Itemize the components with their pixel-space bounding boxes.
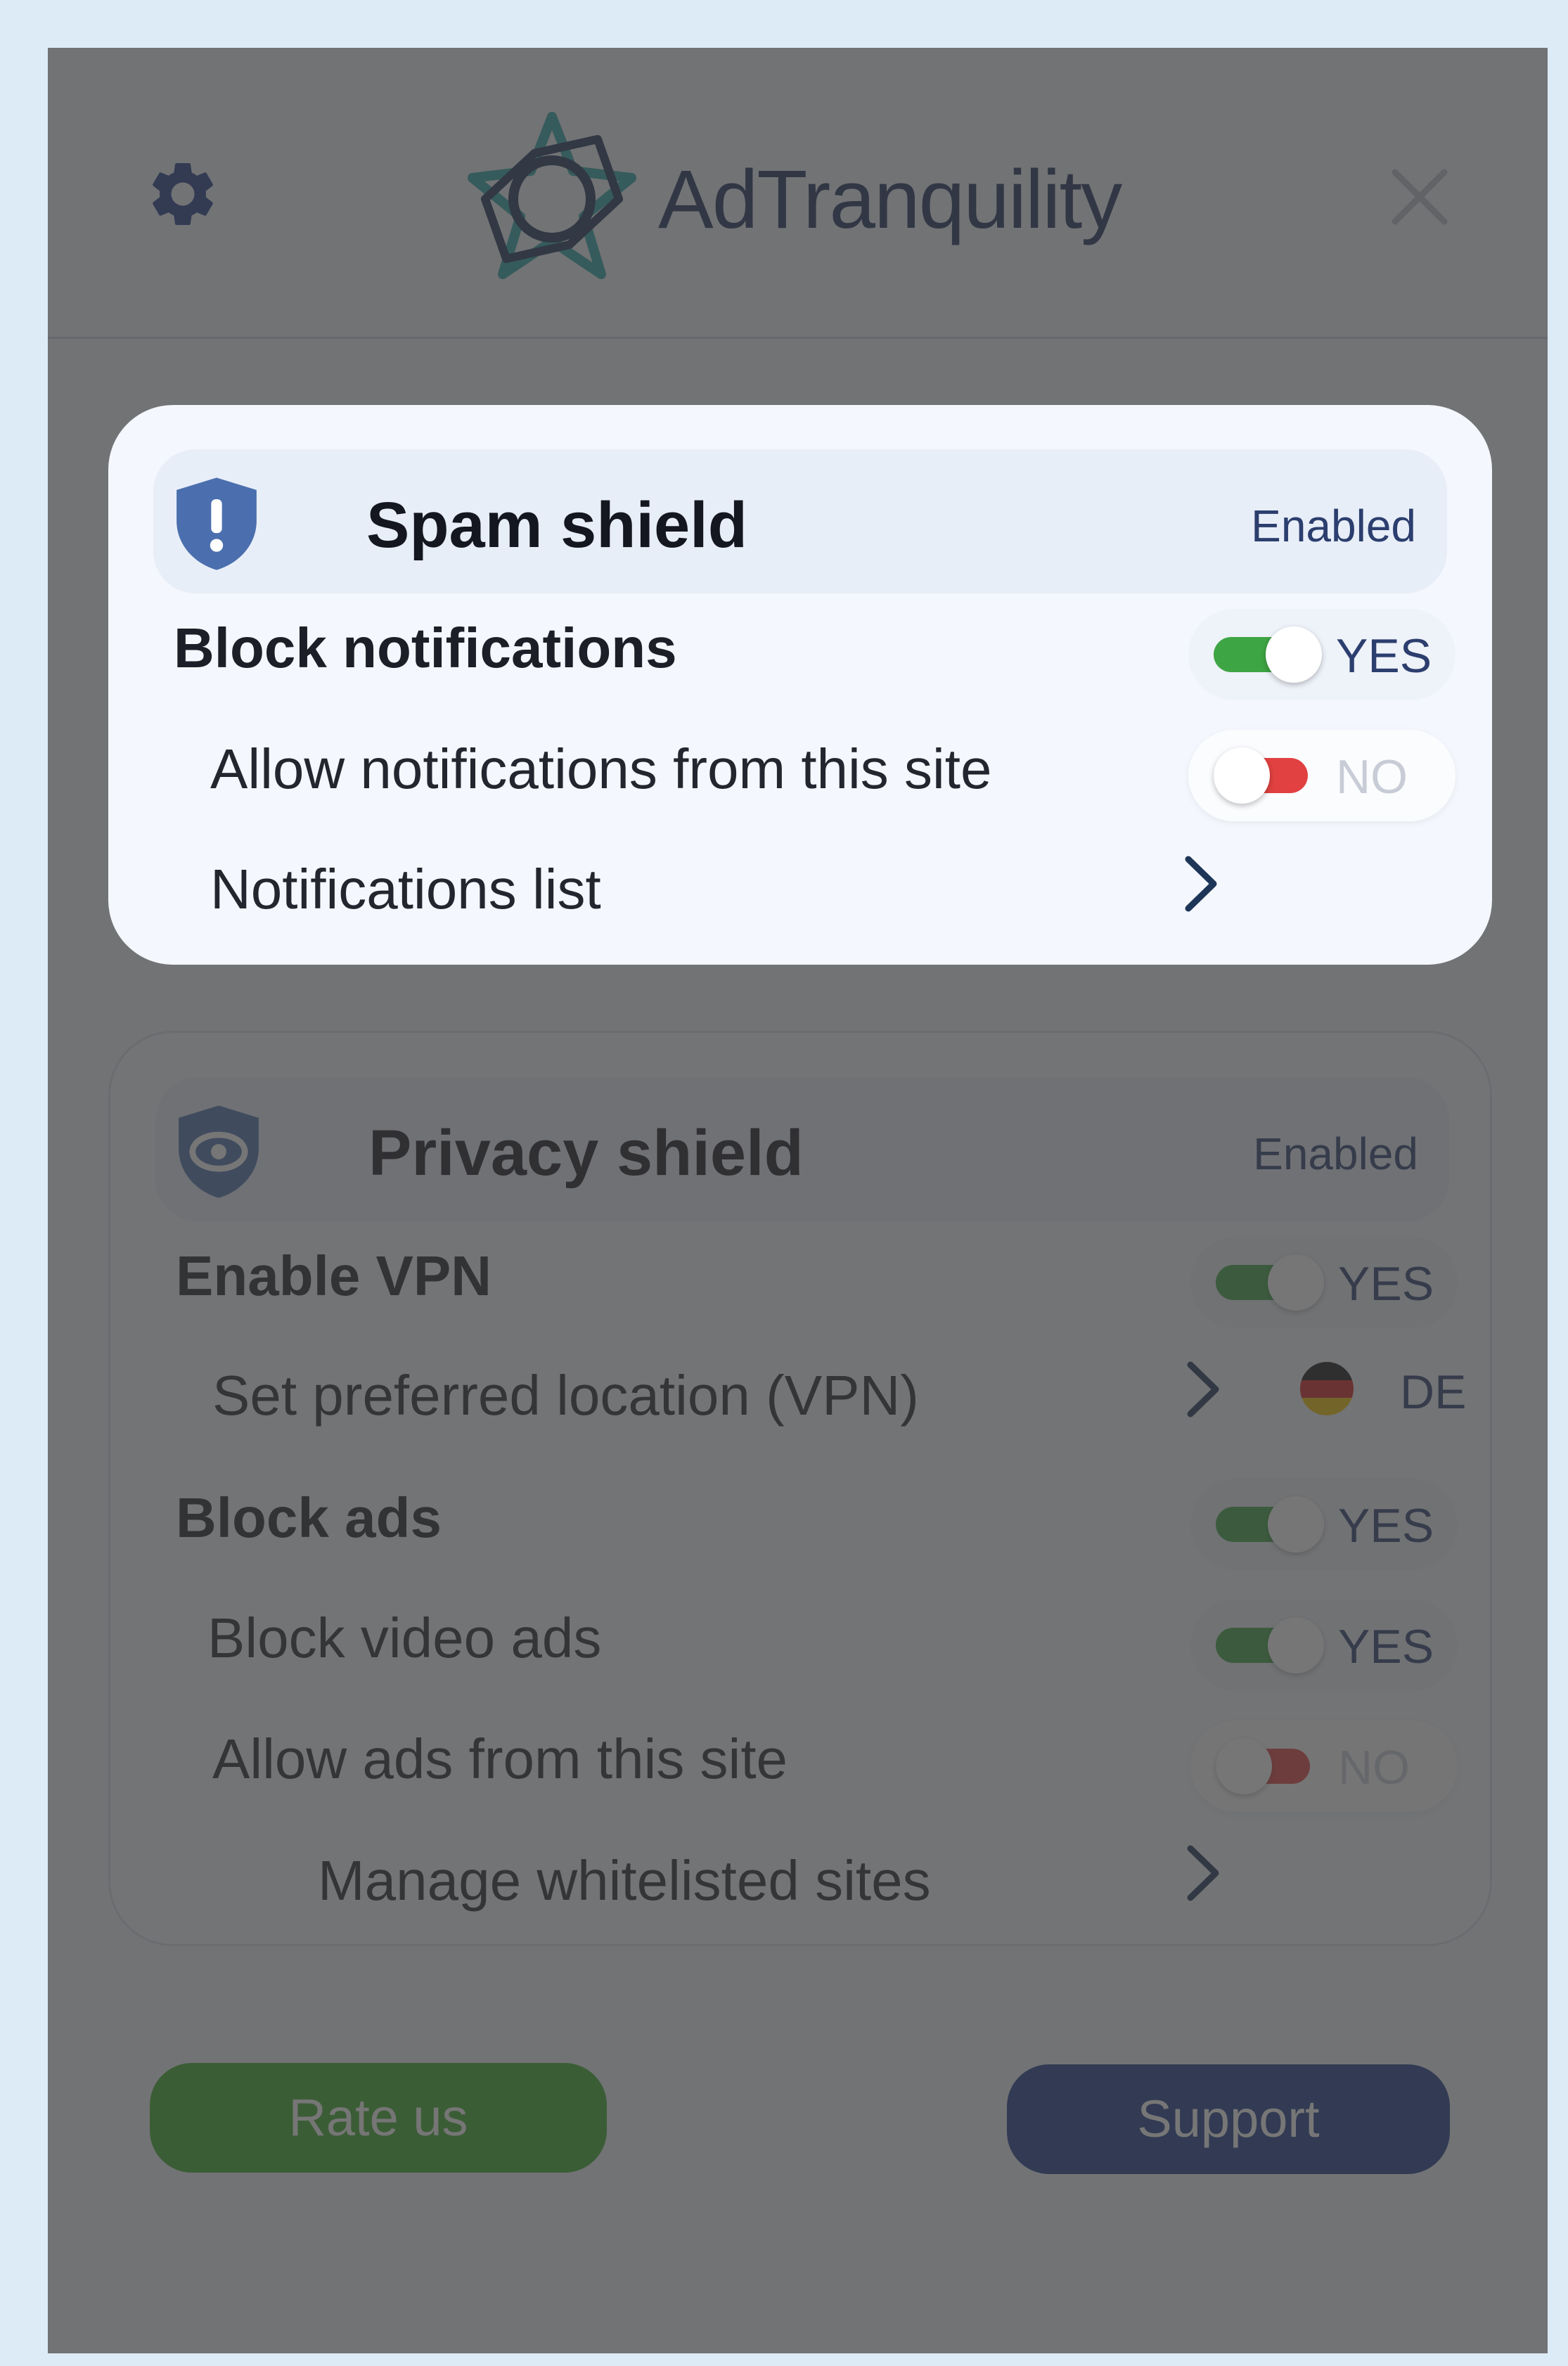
chevron-right-icon[interactable] [1182,1358,1224,1421]
toggle-state: YES [1336,629,1432,683]
gear-icon[interactable] [144,155,221,233]
privacy-shield-title: Privacy shield [368,1117,804,1189]
rate-us-button[interactable]: Rate us [150,2063,607,2173]
chevron-right-icon[interactable] [1182,1841,1224,1905]
shield-exclamation-icon [176,477,257,570]
allow-notifications-label: Allow notifications from this site [210,738,992,800]
block-notifications-toggle[interactable]: YES [1188,609,1455,700]
allow-ads-toggle[interactable]: NO [1190,1721,1458,1812]
location-country-code[interactable]: DE [1400,1365,1466,1420]
block-video-ads-label: Block video ads [207,1607,602,1669]
toggle-state: YES [1338,1257,1434,1311]
toggle-knob [1214,747,1270,804]
privacy-shield-status: Enabled [1253,1129,1418,1179]
brand-logo: AdTranquility [457,111,1188,287]
toggle-knob [1266,626,1322,683]
toggle-state: YES [1338,1620,1434,1673]
allow-notifications-toggle[interactable]: NO [1188,730,1455,821]
spam-shield-title: Spam shield [366,489,747,561]
extension-popup: AdTranquility Privacy shield Enabled Ena… [48,48,1548,2353]
brand-name: AdTranquility [658,153,1122,246]
enable-vpn-label: Enable VPN [176,1245,492,1307]
enable-vpn-toggle[interactable]: YES [1190,1237,1458,1328]
chevron-right-icon[interactable] [1180,852,1222,915]
block-video-ads-toggle[interactable]: YES [1190,1600,1458,1691]
brand-star-icon [468,112,636,279]
block-ads-toggle[interactable]: YES [1190,1479,1458,1570]
preferred-location-label[interactable]: Set preferred location (VPN) [212,1363,919,1428]
privacy-shield-card: Privacy shield Enabled Enable VPN YES Se… [108,1031,1492,1946]
toggle-state: NO [1338,1741,1410,1794]
support-button[interactable]: Support [1007,2064,1450,2174]
germany-flag-icon [1300,1362,1354,1415]
block-notifications-label: Block notifications [174,617,677,679]
toggle-state: NO [1336,750,1408,804]
shield-eye-icon [179,1105,259,1198]
spam-shield-header: Spam shield Enabled [153,449,1447,593]
popup-header: AdTranquility [48,48,1548,339]
block-ads-label: Block ads [176,1486,442,1549]
spam-shield-status: Enabled [1251,501,1416,551]
toggle-knob [1216,1738,1272,1794]
toggle-state: YES [1338,1499,1434,1552]
allow-ads-label: Allow ads from this site [212,1728,788,1790]
notifications-list-link[interactable]: Notifications list [210,857,601,922]
toggle-knob [1268,1254,1324,1311]
close-icon[interactable] [1388,165,1451,229]
toggle-knob [1268,1496,1324,1552]
privacy-shield-header: Privacy shield Enabled [155,1077,1449,1221]
spam-shield-card: Spam shield Enabled Block notifications … [108,405,1492,965]
manage-whitelist-link[interactable]: Manage whitelisted sites [318,1849,931,1913]
toggle-knob [1268,1617,1324,1673]
